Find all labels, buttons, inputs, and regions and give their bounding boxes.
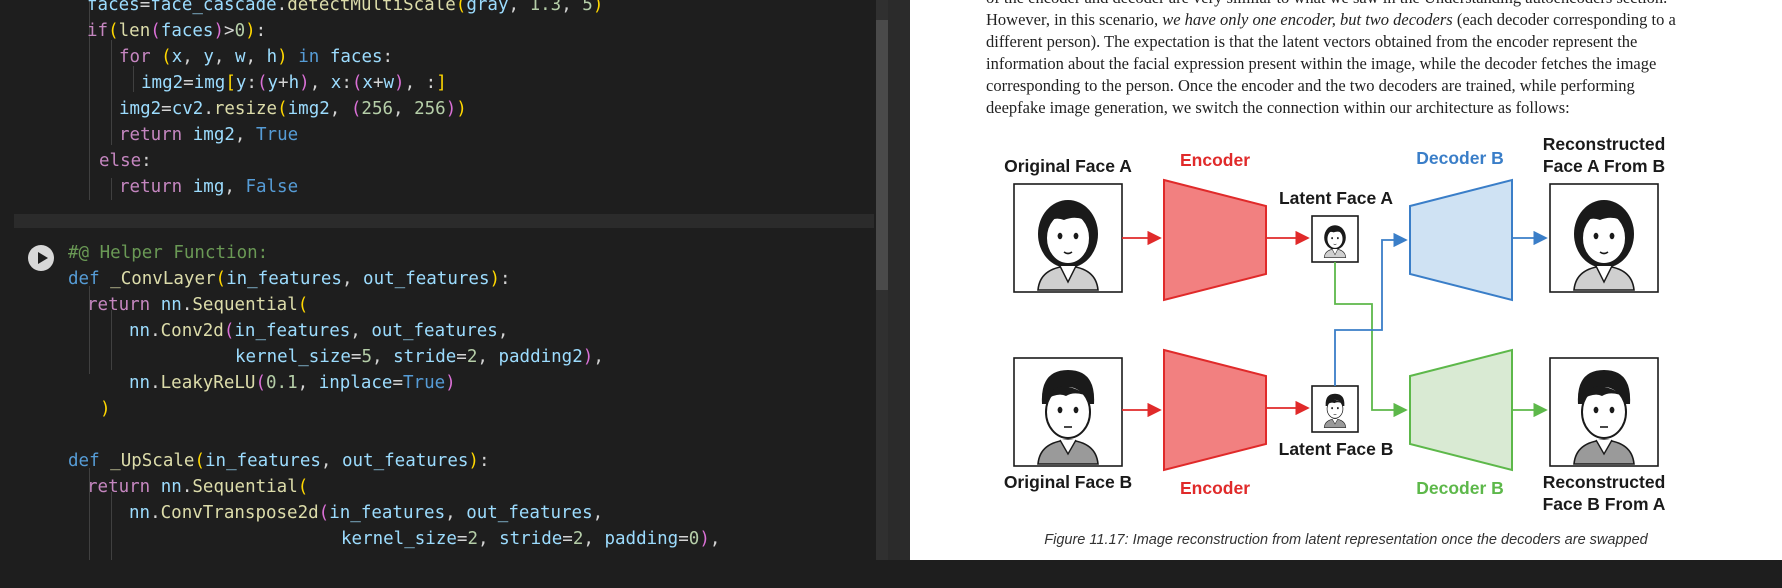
code-line: img2=img[y:(y+h), x:(x+w), :] (141, 73, 447, 93)
label-encoder-bottom: Encoder (1179, 478, 1251, 498)
indent-guide (111, 40, 112, 145)
code-cell-1[interactable]: faces=face_cascade.detectMultiScale(gray… (14, 0, 874, 215)
code-line: nn.LeakyReLU(0.1, inplace=True) (129, 373, 456, 393)
code-line: return img2, True (119, 125, 299, 145)
code-line: ) (100, 399, 111, 419)
label-reconstructed-a-line2: Face A From B (1542, 156, 1666, 176)
code-line: def _ConvLayer(in_features, out_features… (68, 269, 511, 289)
reconstructed-face-a-icon (1573, 199, 1635, 291)
code-line: for (x, y, w, h) in faces: (119, 47, 394, 67)
latent-face-a-icon (1323, 224, 1347, 258)
code-line: return nn.Sequential( (87, 477, 309, 497)
label-original-face-b: Original Face B (1003, 472, 1133, 492)
code-editor-pane: faces=face_cascade.detectMultiScale(gray… (0, 0, 910, 560)
run-cell-button[interactable] (28, 245, 54, 271)
code-line: kernel_size=5, stride=2, padding2), (235, 347, 604, 367)
indent-guide (111, 310, 112, 370)
pane-divider[interactable] (888, 0, 910, 560)
reconstructed-face-b-icon (1573, 369, 1635, 465)
encoder-top-shape (1163, 178, 1267, 302)
code-line: #@ Helper Function: (68, 243, 269, 263)
code-line: if(len(faces)>0): (87, 21, 267, 41)
code-line: nn.Conv2d(in_features, out_features, (129, 321, 509, 341)
code-line: kernel_size=2, stride=2, padding=0), (341, 529, 721, 549)
label-decoder-b-top: Decoder B (1416, 148, 1504, 168)
label-original-face-a: Original Face A (1004, 156, 1132, 176)
code-line: return nn.Sequential( (87, 295, 309, 315)
book-page: of the encoder and decoder are very simi… (910, 0, 1782, 560)
face-b-icon (1037, 369, 1099, 465)
code-line: faces=face_cascade.detectMultiScale(gray… (87, 0, 604, 15)
label-latent-face-a: Latent Face A (1278, 188, 1394, 208)
code-cell-2[interactable]: #@ Helper Function: def _ConvLayer(in_fe… (14, 228, 874, 560)
encoder-bottom-shape (1163, 348, 1267, 472)
cell-separator (14, 214, 874, 228)
face-a-icon (1037, 199, 1099, 291)
label-reconstructed-b-line2: Face B From A (1542, 494, 1666, 514)
indent-guide (111, 492, 112, 560)
label-reconstructed-b-line1: Reconstructed (1542, 472, 1666, 492)
label-latent-face-b: Latent Face B (1278, 439, 1394, 459)
decoder-a-bottom-shape (1409, 348, 1513, 472)
label-encoder-top: Encoder (1179, 150, 1251, 170)
label-reconstructed-a-line1: Reconstructed (1542, 134, 1666, 154)
label-decoder-b-bottom: Decoder B (1416, 478, 1504, 498)
figure-caption: Figure 11.17: Image reconstruction from … (1044, 532, 1648, 548)
indent-guide (111, 178, 112, 200)
latent-face-b-icon (1323, 393, 1347, 428)
code-line: def _UpScale(in_features, out_features): (68, 451, 490, 471)
code-line: nn.ConvTranspose2d(in_features, out_feat… (129, 503, 604, 523)
code-line: else: (99, 151, 152, 171)
code-line: img2=cv2.resize(img2, (256, 256)) (119, 99, 467, 119)
decoder-b-top-shape (1409, 178, 1513, 302)
code-line: return img, False (119, 177, 299, 197)
scrollbar-thumb[interactable] (876, 20, 888, 290)
